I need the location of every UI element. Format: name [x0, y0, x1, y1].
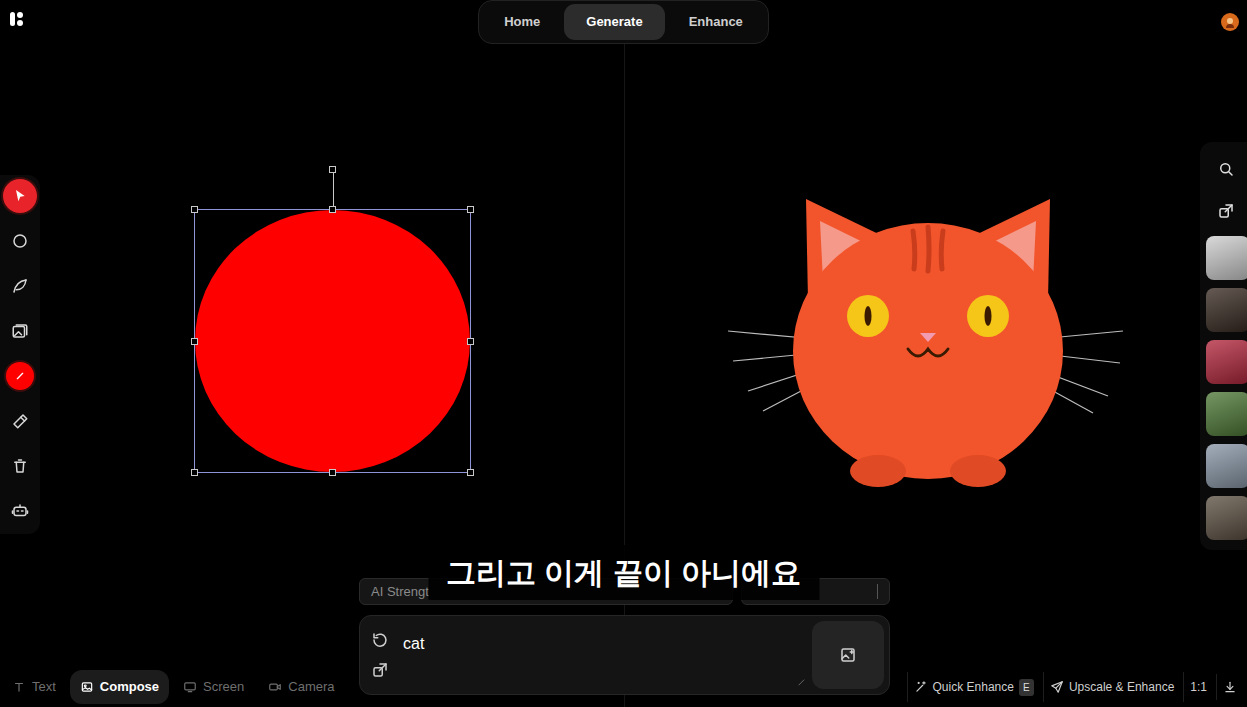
history-thumbnail[interactable]: [1206, 444, 1247, 488]
nav-tab-label: Enhance: [689, 14, 743, 29]
mode-label: Camera: [288, 677, 334, 697]
field-divider: [877, 584, 878, 599]
rail-button[interactable]: [1209, 194, 1243, 228]
action-label: Upscale & Enhance: [1069, 678, 1174, 696]
reset-button[interactable]: [367, 627, 393, 653]
workspace: [0, 44, 1247, 707]
select-icon: [12, 188, 28, 204]
tool-bar: [0, 175, 40, 534]
share-button[interactable]: [367, 657, 393, 683]
resize-handle[interactable]: [191, 469, 198, 476]
mode-label: Compose: [100, 677, 159, 697]
share-icon: [1217, 202, 1235, 220]
pen-icon: [11, 277, 29, 295]
history-thumbnail[interactable]: [1206, 340, 1247, 384]
screen-icon: [183, 680, 197, 694]
sketch-canvas[interactable]: [40, 44, 625, 707]
text-icon: [12, 680, 26, 694]
tool-button[interactable]: [3, 404, 37, 438]
resize-icon: [796, 677, 806, 689]
history-thumbnail[interactable]: [1206, 236, 1247, 280]
resize-handle[interactable]: [191, 338, 198, 345]
rotate-handle[interactable]: [329, 166, 336, 173]
search-icon: [1217, 160, 1235, 178]
video-caption: 그리고 이게 끝이 아니에요: [428, 545, 819, 600]
upscale-icon: [1050, 680, 1064, 694]
nav-tab-label: Home: [504, 14, 540, 29]
nav-tab[interactable]: Enhance: [667, 4, 765, 40]
action-label: Quick Enhance: [933, 678, 1014, 696]
tool-button[interactable]: [3, 269, 37, 303]
resize-handle[interactable]: [191, 206, 198, 213]
selection-box[interactable]: [194, 209, 471, 473]
tool-button[interactable]: [3, 494, 37, 528]
color-swatch[interactable]: [6, 362, 34, 390]
mode-label: Text: [32, 677, 56, 697]
download-button[interactable]: [1216, 674, 1243, 700]
logo-icon[interactable]: [9, 11, 25, 27]
logo-area: [6, 10, 478, 34]
upscale-button[interactable]: Upscale & Enhance: [1043, 672, 1180, 702]
mode-label: Screen: [203, 677, 244, 697]
main-nav: Home Generate Enhance: [478, 0, 769, 44]
result-canvas: [625, 44, 1200, 707]
action-bar: Quick Enhance E Upscale & Enhance 1:1: [907, 672, 1243, 702]
generated-cat-image: [728, 191, 1128, 491]
prompt-box: cat: [359, 615, 890, 695]
tool-button[interactable]: [3, 224, 37, 258]
download-icon: [1223, 680, 1237, 694]
rail-button[interactable]: [1209, 152, 1243, 186]
history-thumbnail[interactable]: [1206, 496, 1247, 540]
compose-icon: [80, 680, 94, 694]
prompt-tools: [365, 621, 397, 689]
nav-tab-label: Generate: [586, 14, 642, 29]
tool-button[interactable]: [3, 314, 37, 348]
shortcut-key: E: [1019, 679, 1034, 696]
mode-tab[interactable]: Screen: [173, 670, 254, 704]
robot-icon: [11, 502, 29, 520]
ai-strength-label: AI Strengt: [371, 582, 429, 602]
resize-handle[interactable]: [467, 338, 474, 345]
circle-icon: [11, 232, 29, 250]
share-icon: [371, 661, 389, 679]
resize-handle[interactable]: [467, 469, 474, 476]
image-add-icon: [839, 646, 857, 664]
eraser-icon: [11, 412, 29, 430]
enhance-icon: [914, 680, 928, 694]
action-label: 1:1: [1190, 678, 1207, 696]
nav-tab[interactable]: Home: [482, 4, 562, 40]
tool-button[interactable]: [3, 359, 37, 393]
tool-button[interactable]: [3, 449, 37, 483]
history-thumbnail[interactable]: [1206, 392, 1247, 436]
avatar-icon[interactable]: [1221, 13, 1239, 31]
mode-tab[interactable]: Text: [2, 670, 66, 704]
resize-handle[interactable]: [467, 206, 474, 213]
slash-icon: [12, 368, 28, 384]
prompt-input[interactable]: cat: [403, 621, 790, 689]
resize-handle[interactable]: [329, 469, 336, 476]
ratio-button[interactable]: 1:1: [1183, 672, 1213, 702]
enhance-button[interactable]: Quick Enhance E: [907, 672, 1040, 702]
generate-button[interactable]: [812, 621, 884, 689]
image-icon: [11, 322, 29, 340]
top-bar: Home Generate Enhance: [0, 0, 1247, 44]
trash-icon: [11, 457, 29, 475]
nav-tab[interactable]: Generate: [564, 4, 664, 40]
mode-tabs: Text Compose Screen Camera: [2, 670, 345, 704]
camera-icon: [268, 680, 282, 694]
resize-handle[interactable]: [329, 206, 336, 213]
history-rail: [1200, 142, 1247, 550]
mode-tab[interactable]: Compose: [70, 670, 169, 704]
history-thumbnail[interactable]: [1206, 288, 1247, 332]
mode-tab[interactable]: Camera: [258, 670, 344, 704]
app-window: Home Generate Enhance Text Compose Screen Came…: [0, 0, 1247, 707]
rotate-line: [333, 170, 334, 206]
tool-button[interactable]: [3, 179, 37, 213]
red-circle[interactable]: [195, 210, 470, 472]
reset-icon: [371, 631, 389, 649]
